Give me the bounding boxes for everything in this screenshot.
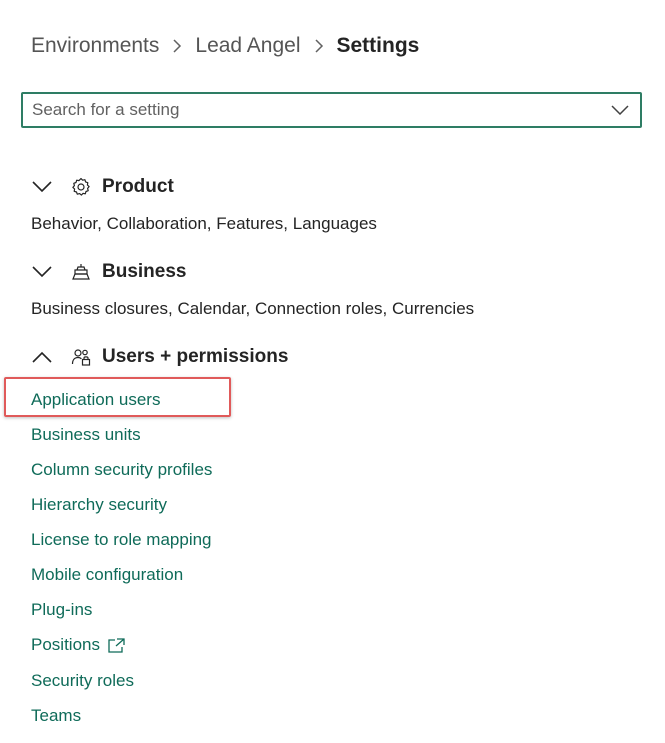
link-license-to-role-mapping[interactable]: License to role mapping: [31, 528, 212, 552]
search-input[interactable]: [23, 94, 600, 126]
section-users-permissions-title: Users + permissions: [102, 346, 289, 367]
breadcrumb: Environments Lead Angel Settings: [31, 30, 419, 62]
section-business-summary: Business closures, Calendar, Connection …: [31, 299, 475, 318]
link-column-security-profiles[interactable]: Column security profiles: [31, 458, 212, 482]
section-business-title: Business: [102, 261, 187, 282]
people-lock-icon: [70, 346, 92, 368]
link-positions-label: Positions: [31, 635, 100, 654]
section-product-summary: Behavior, Collaboration, Features, Langu…: [31, 214, 377, 233]
chevron-down-icon[interactable]: [600, 94, 640, 126]
section-product-header[interactable]: Product: [31, 172, 174, 202]
breadcrumb-environments[interactable]: Environments: [31, 34, 159, 58]
chevron-right-icon: [301, 30, 337, 62]
chevron-down-icon[interactable]: [31, 176, 53, 198]
cake-icon: [70, 261, 92, 283]
link-mobile-configuration[interactable]: Mobile configuration: [31, 563, 183, 587]
section-product-title: Product: [102, 176, 174, 197]
open-external-icon: [108, 637, 125, 653]
section-users-permissions-header[interactable]: Users + permissions: [31, 342, 288, 372]
page-title: Settings: [336, 34, 420, 57]
section-business-header[interactable]: Business: [31, 257, 186, 287]
link-teams[interactable]: Teams: [31, 704, 81, 728]
chevron-right-icon: [159, 30, 195, 62]
link-application-users[interactable]: Application users: [31, 388, 160, 412]
link-business-units[interactable]: Business units: [31, 423, 141, 447]
link-hierarchy-security[interactable]: Hierarchy security: [31, 493, 167, 517]
breadcrumb-lead-angel[interactable]: Lead Angel: [195, 34, 300, 58]
link-plug-ins[interactable]: Plug-ins: [31, 598, 92, 622]
link-positions[interactable]: Positions: [31, 633, 125, 657]
search-combobox[interactable]: [21, 92, 642, 128]
gear-icon: [70, 176, 92, 198]
link-security-roles[interactable]: Security roles: [31, 669, 134, 693]
chevron-up-icon[interactable]: [31, 346, 53, 368]
chevron-down-icon[interactable]: [31, 261, 53, 283]
